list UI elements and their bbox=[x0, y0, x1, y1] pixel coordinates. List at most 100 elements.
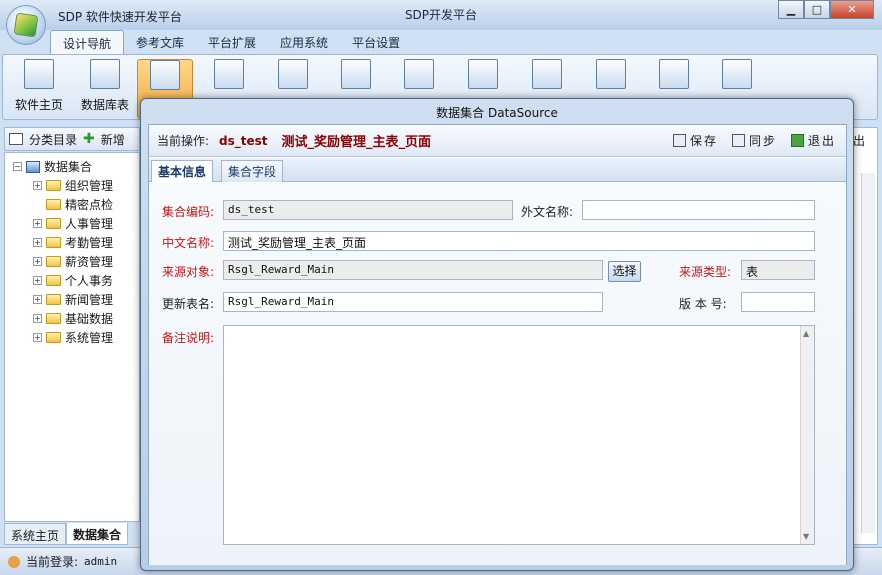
tree-item[interactable]: 精密点检 bbox=[33, 195, 113, 214]
ribbon-button-12[interactable] bbox=[709, 59, 765, 89]
tree-item[interactable]: + 新闻管理 bbox=[33, 290, 113, 309]
dialog-title: 数据集合 DataSource bbox=[436, 106, 558, 120]
windows-icon bbox=[532, 59, 562, 89]
ribbon-button-10[interactable] bbox=[583, 59, 639, 89]
source-object-label: 来源对象: bbox=[162, 265, 215, 279]
add-label[interactable]: 新增 bbox=[101, 131, 125, 148]
tree-item[interactable]: + 基础数据 bbox=[33, 309, 113, 328]
code-label: 集合编码: bbox=[162, 205, 215, 219]
tree-item[interactable]: + 个人事务 bbox=[33, 271, 113, 290]
left-panel-toolbar: 分类目录 ✚ 新增 bbox=[4, 127, 140, 151]
home-icon bbox=[24, 59, 54, 89]
category-tree: − 数据集合 + 组织管理 精密点检 + 人事管理 + 考勤管理 + 薪资管理 + 个人事… bbox=[4, 152, 140, 522]
tab-data-collection[interactable]: 数据集合 bbox=[66, 523, 129, 545]
tree-item[interactable]: + 考勤管理 bbox=[33, 233, 113, 252]
tree-item[interactable]: + 系统管理 bbox=[33, 328, 113, 347]
chinese-name-field[interactable]: 测试_奖励管理_主表_页面 bbox=[223, 231, 815, 251]
ribbon-button-6[interactable] bbox=[328, 59, 384, 89]
tree-item-label: 薪资管理 bbox=[65, 255, 114, 269]
close-button[interactable]: ✕ bbox=[830, 0, 874, 19]
save-icon bbox=[672, 134, 686, 147]
expand-icon[interactable]: + bbox=[33, 181, 42, 190]
ribbon-button-11[interactable] bbox=[646, 59, 702, 89]
user-icon bbox=[8, 555, 20, 568]
tab-reference-library[interactable]: 参考文库 bbox=[124, 30, 196, 54]
exit-icon bbox=[790, 134, 804, 147]
chart-icon bbox=[341, 59, 371, 89]
expand-icon[interactable]: + bbox=[33, 238, 42, 247]
ribbon-button-7[interactable] bbox=[391, 59, 447, 89]
tab-system-home[interactable]: 系统主页 bbox=[4, 523, 67, 545]
datasource-dialog: 数据集合 DataSource 当前操作: ds_test 测试_奖励管理_主表… bbox=[140, 98, 854, 571]
tree-item[interactable]: + 组织管理 bbox=[33, 176, 113, 195]
remark-textarea[interactable]: ▲ ▼ bbox=[223, 325, 815, 545]
source-type-field[interactable]: 表 bbox=[741, 260, 815, 280]
tree-item-label: 系统管理 bbox=[65, 331, 114, 345]
scroll-up-icon[interactable]: ▲ bbox=[803, 329, 809, 338]
tree-root[interactable]: − 数据集合 bbox=[13, 157, 92, 176]
import-icon bbox=[659, 59, 689, 89]
add-icon[interactable]: ✚ bbox=[83, 131, 95, 147]
scroll-down-icon[interactable]: ▼ bbox=[803, 532, 809, 541]
ribbon-button-5[interactable] bbox=[265, 59, 321, 89]
login-user: admin bbox=[84, 555, 118, 568]
operation-code: ds_test bbox=[219, 133, 268, 148]
tree-item-label: 组织管理 bbox=[65, 179, 114, 193]
expand-icon[interactable]: + bbox=[33, 314, 42, 323]
source-type-label: 来源类型: bbox=[679, 265, 732, 279]
folder-icon bbox=[46, 275, 61, 286]
tree-root-label: 数据集合 bbox=[44, 160, 93, 174]
catalog-label[interactable]: 分类目录 bbox=[29, 131, 77, 148]
minimize-button[interactable]: ▁ bbox=[778, 0, 804, 19]
exit-label: 退出 bbox=[807, 134, 836, 148]
tree-item-label: 个人事务 bbox=[65, 274, 114, 288]
expand-icon[interactable]: + bbox=[33, 219, 42, 228]
update-table-field[interactable]: Rsgl_Reward_Main bbox=[223, 292, 603, 312]
tree-item[interactable]: + 人事管理 bbox=[33, 214, 113, 233]
tab-application-system[interactable]: 应用系统 bbox=[268, 30, 340, 54]
expand-icon[interactable]: + bbox=[33, 295, 42, 304]
expand-icon[interactable]: + bbox=[33, 333, 42, 342]
remark-scrollbar[interactable]: ▲ ▼ bbox=[800, 326, 814, 544]
folder-icon bbox=[46, 237, 61, 248]
folder-icon bbox=[46, 332, 61, 343]
database-table-button[interactable]: 数据库表 bbox=[77, 59, 133, 113]
tree-item-label: 考勤管理 bbox=[65, 236, 114, 250]
database-icon bbox=[150, 60, 180, 90]
version-field[interactable] bbox=[741, 292, 815, 312]
tab-collection-fields[interactable]: 集合字段 bbox=[221, 160, 284, 182]
sync-button[interactable]: 同步 bbox=[731, 132, 777, 149]
tab-basic-info[interactable]: 基本信息 bbox=[151, 160, 214, 182]
save-button[interactable]: 保存 bbox=[672, 132, 718, 149]
tab-platform-extension[interactable]: 平台扩展 bbox=[196, 30, 268, 54]
maximize-button[interactable]: □ bbox=[804, 0, 830, 19]
foreign-name-label: 外文名称: bbox=[521, 205, 574, 219]
select-button[interactable]: 选择 bbox=[608, 261, 641, 282]
database-table-label: 数据库表 bbox=[80, 98, 129, 112]
tab-design-nav[interactable]: 设计导航 bbox=[50, 30, 125, 54]
login-label: 当前登录: bbox=[26, 555, 79, 569]
source-object-field[interactable]: Rsgl_Reward_Main bbox=[223, 260, 603, 280]
list-icon bbox=[596, 59, 626, 89]
exit-button[interactable]: 退出 bbox=[790, 132, 836, 149]
ribbon-button-9[interactable] bbox=[519, 59, 575, 89]
layout-icon bbox=[278, 59, 308, 89]
folder-icon bbox=[46, 218, 61, 229]
tree-item[interactable]: + 薪资管理 bbox=[33, 252, 113, 271]
background-scrollbar[interactable] bbox=[861, 173, 875, 533]
tab-platform-settings[interactable]: 平台设置 bbox=[340, 30, 412, 54]
software-home-button[interactable]: 软件主页 bbox=[11, 59, 67, 113]
chinese-name-label: 中文名称: bbox=[162, 236, 215, 250]
expand-icon[interactable]: + bbox=[33, 257, 42, 266]
expand-icon[interactable]: + bbox=[33, 276, 42, 285]
code-field[interactable]: ds_test bbox=[223, 200, 513, 220]
app-logo-icon bbox=[14, 13, 38, 37]
foreign-name-field[interactable] bbox=[582, 200, 815, 220]
update-table-label: 更新表名: bbox=[162, 297, 215, 311]
app-menu-button[interactable] bbox=[6, 5, 46, 45]
save-label: 保存 bbox=[689, 134, 718, 148]
app-window: SDP 软件快速开发平台 SDP开发平台 ▁ □ ✕ 设计导航 参考文库 平台扩… bbox=[0, 0, 882, 575]
ribbon-button-4[interactable] bbox=[201, 59, 257, 89]
collapse-icon[interactable]: − bbox=[13, 162, 22, 171]
ribbon-button-8[interactable] bbox=[455, 59, 511, 89]
